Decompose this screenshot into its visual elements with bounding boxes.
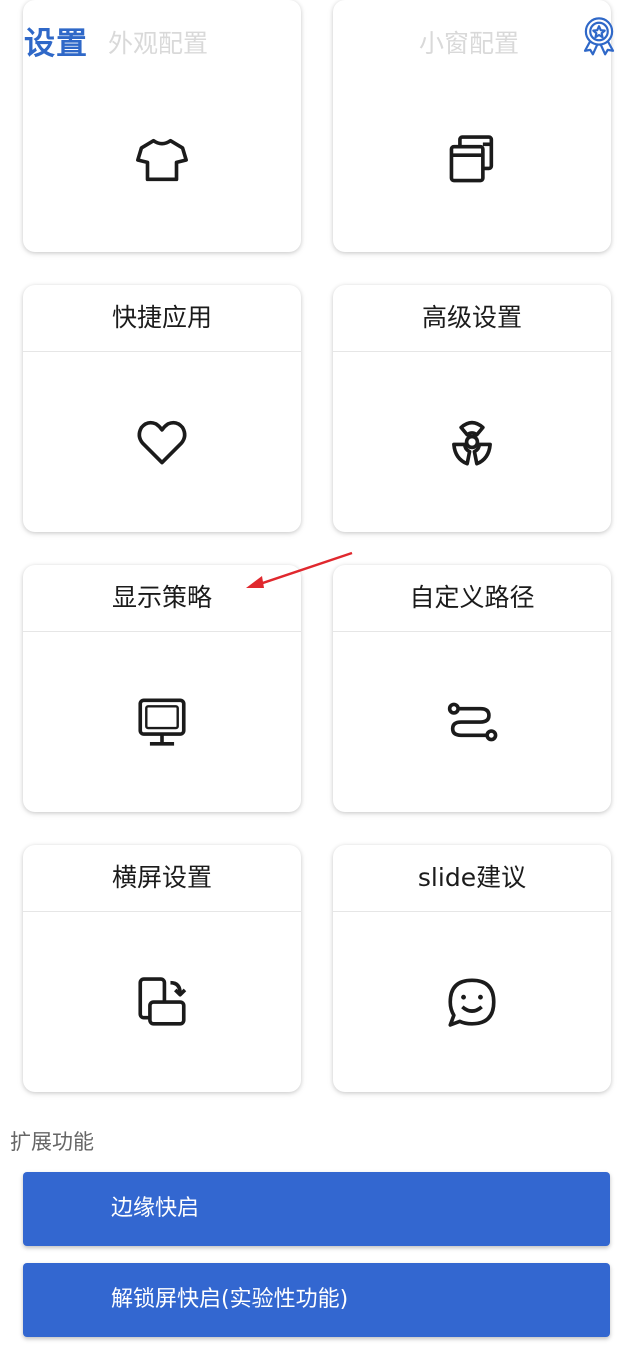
route-icon	[447, 702, 498, 742]
annotation-arrow-icon	[246, 551, 353, 588]
card-quick-apps[interactable]: 快捷应用	[23, 285, 301, 532]
faded-card-label: 小窗配置	[419, 29, 520, 58]
card-title: slide建议	[333, 845, 611, 912]
lockscreen-quick-launch-button[interactable]: 解锁屏快启(实验性功能)	[23, 1263, 610, 1337]
radiation-icon	[452, 420, 492, 466]
windows-icon	[449, 134, 494, 182]
tshirt-icon	[136, 138, 188, 181]
card-slide-suggestion[interactable]: slide建议	[333, 845, 611, 1092]
card-title: 高级设置	[333, 285, 611, 352]
button-label: 解锁屏快启(实验性功能)	[111, 1287, 349, 1312]
button-label: 边缘快启	[111, 1196, 200, 1221]
card-display-strategy[interactable]: 显示策略	[23, 565, 301, 812]
section-title: 扩展功能	[10, 1130, 94, 1154]
card-landscape-settings[interactable]: 横屏设置	[23, 845, 301, 1092]
heart-icon	[137, 420, 187, 465]
app-header: 设置 外观配置 小窗配置	[0, 0, 640, 76]
monitor-icon	[138, 698, 186, 746]
card-advanced-settings[interactable]: 高级设置	[333, 285, 611, 532]
card-title: 自定义路径	[333, 565, 611, 632]
page-title: 设置	[24, 26, 88, 62]
card-title: 快捷应用	[23, 285, 301, 352]
rotate-screen-icon	[138, 977, 187, 1026]
award-badge-icon[interactable]	[578, 14, 620, 56]
card-custom-path[interactable]: 自定义路径	[333, 565, 611, 812]
smiley-chat-icon	[448, 978, 496, 1027]
card-title: 横屏设置	[23, 845, 301, 912]
edge-quick-launch-button[interactable]: 边缘快启	[23, 1172, 610, 1246]
faded-card-label: 外观配置	[108, 29, 209, 58]
